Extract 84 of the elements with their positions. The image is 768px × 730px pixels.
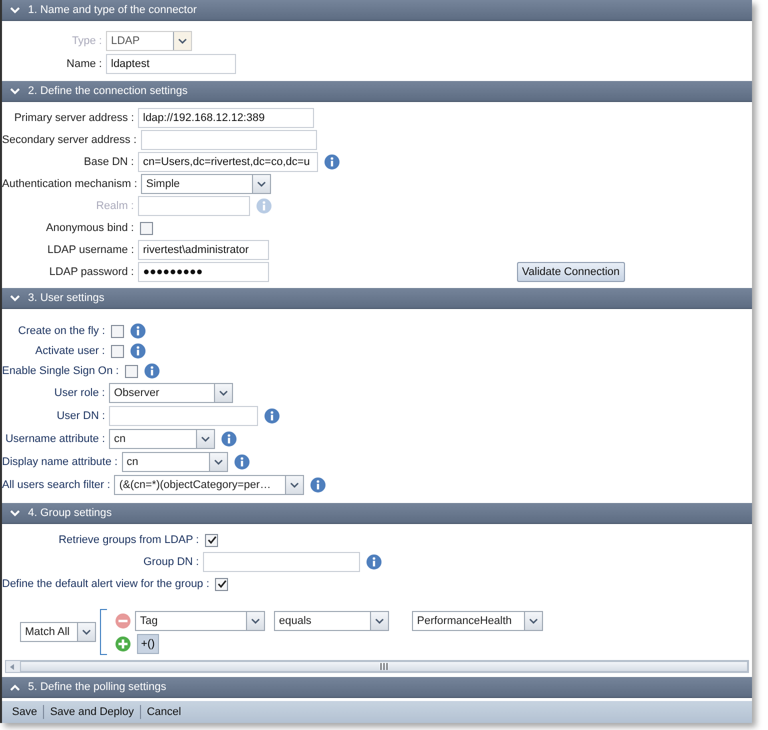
field-label: Retrieve groups from LDAP :	[58, 534, 199, 546]
field-label: Realm :	[95, 200, 134, 212]
text-field[interactable]: cn=Users,dc=rivertest,dc=co,dc=u	[138, 152, 318, 172]
caret-icon	[214, 458, 223, 464]
info-icon[interactable]	[264, 408, 280, 424]
dropdown-field[interactable]: cn	[109, 428, 215, 448]
info-icon[interactable]	[366, 554, 382, 570]
dropdown-field[interactable]: Tag	[135, 610, 265, 630]
dropdown-field[interactable]: Simple	[141, 174, 272, 194]
chevron-icon	[10, 510, 20, 516]
dropdown-field[interactable]: equals	[274, 610, 389, 630]
text-field[interactable]	[203, 552, 360, 572]
field-label: All users search filter :	[2, 478, 110, 490]
caret-icon	[257, 181, 266, 187]
field-label: User DN :	[56, 410, 105, 422]
info-icon[interactable]	[130, 343, 146, 359]
field-label: Primary server address :	[13, 112, 134, 124]
dropdown-field[interactable]: cn	[122, 452, 228, 472]
field-label: Anonymous bind :	[44, 222, 134, 234]
checkbox[interactable]	[111, 324, 124, 338]
chevron-icon	[10, 684, 20, 690]
field-label: Type :	[71, 34, 102, 46]
section-header[interactable]: 3. User settings	[2, 288, 752, 309]
field-label: Display name attribute :	[2, 456, 118, 468]
section-header[interactable]: 4. Group settings	[2, 503, 752, 524]
bracket-line	[100, 609, 107, 655]
field-label: Enable Single Sign On :	[2, 365, 119, 377]
chevron-icon	[10, 6, 20, 14]
add-icon[interactable]	[115, 636, 131, 652]
text-field[interactable]: ●●●●●●●●●	[138, 262, 269, 282]
field-label: Define the default alert view for the group :	[2, 578, 210, 590]
field-label: Username attribute :	[4, 432, 105, 444]
info-icon[interactable]	[130, 323, 146, 339]
section-header[interactable]: 1. Name and type of the connector	[2, 0, 752, 21]
field-label: LDAP password :	[48, 266, 134, 278]
horizontal-scrollbar[interactable]	[5, 660, 749, 673]
section-header[interactable]: 5. Define the polling settings	[2, 677, 752, 698]
caret-icon	[375, 618, 384, 624]
grip-icon	[380, 663, 388, 670]
checkbox[interactable]	[124, 364, 138, 378]
chevron-icon	[10, 88, 20, 94]
text-field[interactable]	[109, 406, 258, 426]
add-group-button[interactable]: +()	[137, 634, 159, 654]
text-field[interactable]: ldaptest	[106, 54, 236, 74]
checkbox[interactable]	[111, 344, 124, 358]
toolbar-button[interactable]: Save	[6, 706, 44, 718]
caret-icon	[82, 629, 91, 635]
info-icon[interactable]	[144, 363, 160, 379]
caret-icon	[219, 390, 228, 396]
checkbox[interactable]	[205, 534, 218, 546]
caret-icon	[178, 38, 187, 44]
info-icon[interactable]	[310, 476, 326, 492]
text-field[interactable]: ldap://192.168.12.12:389	[138, 108, 314, 128]
caret-icon	[529, 618, 538, 624]
dropdown-field[interactable]: PerformanceHealth	[412, 610, 543, 630]
checkbox[interactable]	[140, 222, 153, 234]
dropdown-field[interactable]: (&(cn=*)(objectCategory=per…	[114, 474, 304, 494]
info-icon[interactable]	[234, 454, 250, 470]
text-field[interactable]	[140, 130, 317, 150]
field-label: Activate user :	[34, 345, 105, 357]
toolbar-button[interactable]: Save and Deploy	[44, 706, 140, 718]
field-label: Name :	[66, 58, 102, 70]
field-label: Authentication mechanism :	[2, 178, 138, 190]
field-label: Base DN :	[82, 156, 134, 168]
field-label: Create on the fly :	[17, 325, 105, 337]
caret-icon	[251, 618, 260, 624]
info-icon[interactable]	[221, 430, 237, 446]
caret-icon	[201, 436, 210, 442]
field-label: Group DN :	[142, 556, 199, 568]
toolbar-button[interactable]: Cancel	[140, 706, 188, 718]
validate-connection-button[interactable]: Validate Connection	[517, 262, 625, 282]
text-field[interactable]: rivertest\administrator	[138, 240, 269, 260]
remove-icon[interactable]	[115, 612, 131, 628]
dropdown-field[interactable]: Observer	[109, 382, 233, 402]
field-label: Secondary server address :	[2, 134, 137, 146]
caret-icon	[290, 482, 300, 488]
scroll-thumb[interactable]	[20, 661, 748, 672]
field-label: User role :	[53, 386, 105, 398]
info-icon[interactable]	[324, 154, 340, 170]
checkbox[interactable]	[215, 578, 228, 590]
chevron-icon	[10, 294, 20, 302]
field-label: LDAP username :	[46, 244, 134, 256]
section-header[interactable]: 2. Define the connection settings	[2, 81, 752, 102]
dropdown-field[interactable]: Match All	[20, 622, 96, 642]
